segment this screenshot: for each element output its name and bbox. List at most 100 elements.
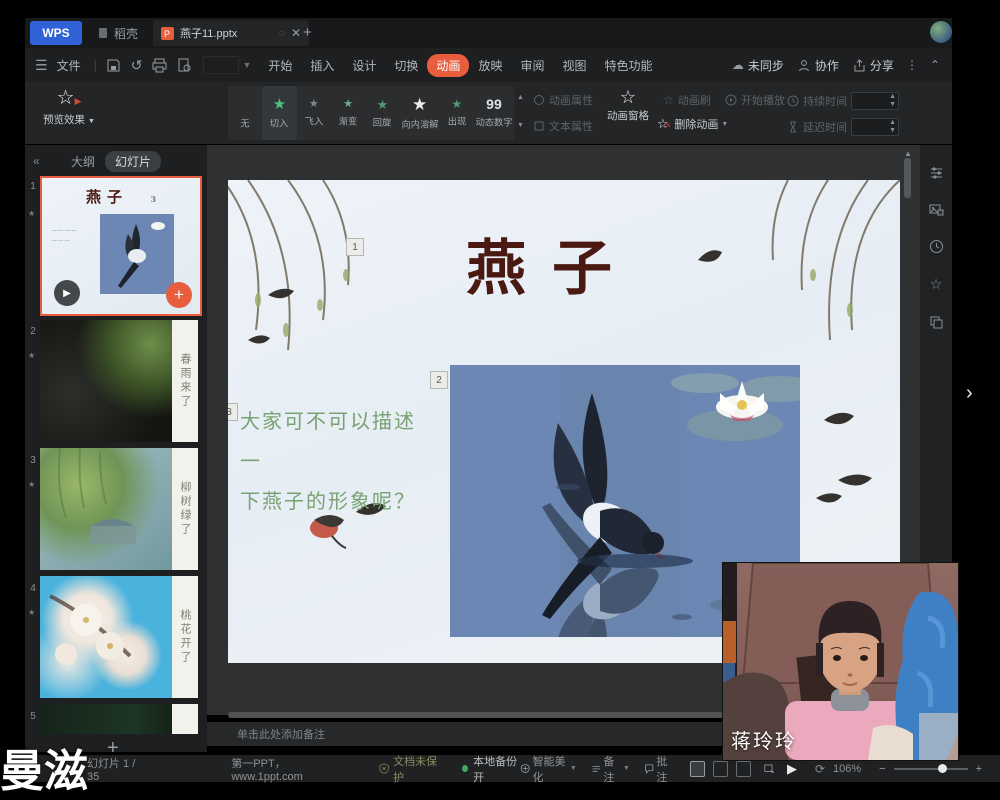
cut-in-star-icon: ★ bbox=[273, 97, 286, 112]
save-icon[interactable] bbox=[106, 58, 121, 73]
protect-status[interactable]: 文档未保护 bbox=[393, 753, 440, 785]
image-panel-icon[interactable] bbox=[929, 202, 944, 217]
screen-watermark: 曼滋 bbox=[0, 735, 88, 799]
tab-special-features[interactable]: 特色功能 bbox=[595, 54, 661, 77]
delay-field[interactable]: ▲▼ bbox=[851, 118, 899, 136]
scroll-up-arrow[interactable]: ▲ bbox=[904, 149, 912, 158]
new-tab-button[interactable]: + bbox=[303, 24, 312, 41]
thumb4-caption: 桃花开了 bbox=[172, 576, 198, 698]
properties-sliders-icon[interactable] bbox=[929, 165, 944, 180]
tab-insert[interactable]: 插入 bbox=[301, 54, 343, 77]
slide-thumbnail-2[interactable]: 春雨来了 bbox=[40, 320, 198, 442]
slide-thumbnail-5[interactable] bbox=[40, 704, 198, 734]
notes-button[interactable]: 备注 bbox=[603, 753, 621, 785]
zoom-slider[interactable] bbox=[894, 768, 968, 770]
backup-status[interactable]: 本地备份开 bbox=[473, 753, 520, 785]
collapse-panel-icon[interactable]: « bbox=[33, 154, 40, 168]
share-button[interactable]: 分享 bbox=[870, 57, 894, 74]
preview-effect-label: 预览效果 bbox=[43, 114, 85, 126]
slide-thumbnail-1[interactable]: 燕子 3 — — — —— — — ▶ + bbox=[40, 176, 202, 316]
start-play-icon bbox=[725, 94, 737, 106]
notes-lines-icon bbox=[591, 762, 601, 775]
tab-view[interactable]: 视图 bbox=[553, 54, 595, 77]
thumb1-play-button[interactable]: ▶ bbox=[54, 280, 80, 306]
animation-fly-in[interactable]: ★ 飞入 bbox=[297, 86, 331, 140]
animation-gallery: 无 ★ 切入 ★ 飞入 ★ 渐变 ★ 回旋 ★ 向内溶解 ★ 出现 99 动态数… bbox=[228, 86, 514, 140]
animation-pane-button[interactable]: ☆ 动画窗格 bbox=[600, 88, 656, 123]
beautify-button[interactable]: 智能美化 bbox=[533, 753, 568, 785]
slide-1-number: 1 bbox=[27, 181, 39, 192]
more-options-icon[interactable]: ⋮ bbox=[906, 58, 918, 72]
slide-panel: « 大纲 幻灯片 1 ★ 燕子 3 — — — —— — — ▶ + 2 ★ 春… bbox=[25, 145, 207, 752]
close-tab-icon[interactable]: ✕ bbox=[291, 26, 301, 40]
wps-menu-button[interactable]: WPS bbox=[30, 21, 82, 45]
window-tab-bar: WPS 稻壳 P 燕子11.pptx ◌ ✕ + bbox=[25, 18, 952, 48]
animation-dynamic-number[interactable]: 99 动态数字 bbox=[474, 86, 514, 140]
thumb1-add-button[interactable]: + bbox=[166, 282, 192, 308]
zoom-in-button[interactable]: + bbox=[976, 763, 982, 775]
tab-docer-store[interactable]: 稻壳 bbox=[87, 21, 148, 45]
animation-dissolve-in[interactable]: ★ 向内溶解 bbox=[400, 86, 440, 140]
gallery-scroll-down[interactable]: ▼ bbox=[517, 122, 524, 130]
protect-shield-icon bbox=[379, 762, 389, 775]
user-avatar[interactable] bbox=[930, 21, 952, 43]
slide-thumbnail-4[interactable]: 桃花开了 bbox=[40, 576, 198, 698]
sync-status[interactable]: 未同步 bbox=[748, 57, 784, 74]
collaborate-button[interactable]: 协作 bbox=[815, 57, 839, 74]
slide-4-anim-icon: ★ bbox=[28, 608, 35, 617]
slide-title[interactable]: 燕子 bbox=[466, 220, 638, 307]
play-button[interactable]: ▶ bbox=[787, 761, 797, 777]
outline-tab[interactable]: 大纲 bbox=[71, 153, 95, 170]
hamburger-menu-icon[interactable]: ☰ bbox=[35, 57, 48, 74]
duration-field[interactable]: ▲▼ bbox=[851, 92, 899, 110]
view-reading-button[interactable] bbox=[736, 761, 751, 777]
comment-button[interactable]: 批注 bbox=[656, 753, 674, 785]
tab-transition[interactable]: 切换 bbox=[385, 54, 427, 77]
duration-clock-icon bbox=[787, 95, 799, 107]
notes-placeholder: 单击此处添加备注 bbox=[237, 726, 325, 742]
tab-presentation-file[interactable]: P 燕子11.pptx ◌ ✕ bbox=[153, 20, 309, 46]
animation-panel-star-icon[interactable]: ☆ bbox=[930, 276, 943, 293]
layers-icon[interactable] bbox=[929, 315, 944, 330]
collapse-ribbon-icon[interactable]: ⌃ bbox=[930, 58, 940, 72]
tab-animation[interactable]: 动画 bbox=[427, 54, 469, 77]
animation-appear[interactable]: ★ 出现 bbox=[440, 86, 474, 140]
preview-effect-button[interactable]: ☆▶ 预览效果 ▼ bbox=[39, 88, 99, 127]
view-sorter-button[interactable] bbox=[713, 761, 728, 777]
expand-panel-chevron[interactable]: › bbox=[966, 382, 973, 405]
tab-design[interactable]: 设计 bbox=[343, 54, 385, 77]
animation-fade[interactable]: ★ 渐变 bbox=[331, 86, 365, 140]
video-call-overlay[interactable]: 蒋玲玲 bbox=[723, 563, 958, 760]
print-icon[interactable] bbox=[152, 58, 167, 73]
vertical-scrollbar[interactable] bbox=[904, 158, 911, 198]
thumb1-title: 燕子 3 bbox=[42, 186, 200, 207]
file-menu[interactable]: 文件 bbox=[48, 54, 90, 77]
tab-slideshow[interactable]: 放映 bbox=[469, 54, 511, 77]
anim-order-badge-2: 2 bbox=[430, 371, 448, 389]
animation-cut-in[interactable]: ★ 切入 bbox=[262, 86, 296, 140]
animation-spin[interactable]: ★ 回旋 bbox=[365, 86, 399, 140]
slide-body-text[interactable]: 大家可不可以描述一 下燕子的形象呢？ bbox=[240, 402, 430, 522]
undo-icon[interactable]: ↺ bbox=[131, 57, 143, 74]
slideshow-button[interactable] bbox=[764, 762, 775, 776]
view-normal-button[interactable] bbox=[690, 761, 705, 777]
slide-counter: 幻灯片 1 / 35 bbox=[87, 755, 141, 783]
delete-animation-button[interactable]: ☆✕ 删除动画 ▼ bbox=[657, 116, 728, 132]
slide-2-number: 2 bbox=[27, 326, 39, 337]
file-tab-label: 燕子11.pptx bbox=[180, 25, 237, 41]
zoom-percent[interactable]: 106% bbox=[833, 763, 861, 775]
tab-start[interactable]: 开始 bbox=[259, 54, 301, 77]
gallery-scroll-up[interactable]: ▲ bbox=[517, 94, 524, 102]
slides-tab[interactable]: 幻灯片 bbox=[105, 151, 161, 172]
zoom-out-button[interactable]: − bbox=[879, 763, 885, 775]
docer-icon bbox=[97, 27, 109, 39]
fit-window-icon[interactable]: ⟳ bbox=[815, 762, 825, 776]
tab-review[interactable]: 审阅 bbox=[511, 54, 553, 77]
print-preview-icon[interactable] bbox=[177, 58, 192, 73]
history-clock-icon[interactable] bbox=[929, 239, 944, 254]
slide-2-anim-icon: ★ bbox=[28, 351, 35, 360]
animation-none[interactable]: 无 bbox=[228, 86, 262, 140]
slide-thumbnail-3[interactable]: 柳树绿了 bbox=[40, 448, 198, 570]
zoom-slider-handle[interactable] bbox=[938, 764, 947, 773]
delay-group: 延迟时间 ▲▼ bbox=[787, 118, 899, 136]
